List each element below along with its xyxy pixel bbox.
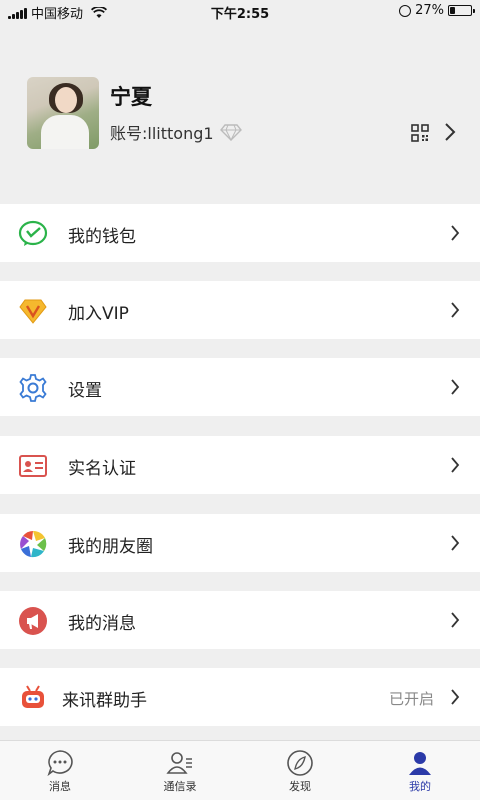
tab-bar: 消息 通信录 发现 我的	[0, 740, 480, 800]
person-icon	[409, 752, 431, 775]
menu-label: 我的钱包	[68, 227, 136, 247]
wallet-icon	[18, 220, 48, 246]
profile-header[interactable]: 宁夏 账号:llittong1	[0, 24, 480, 184]
tab-discover[interactable]: 发现	[240, 741, 360, 800]
tab-label: 我的	[409, 780, 431, 793]
menu-label: 实名认证	[68, 459, 136, 479]
vip-icon	[19, 299, 47, 324]
menu-item-group-assistant[interactable]: 来讯群助手 已开启	[0, 668, 480, 726]
aperture-icon	[20, 530, 47, 558]
nickname: 宁夏	[110, 85, 152, 109]
menu-item-wallet[interactable]: 我的钱包	[0, 204, 480, 262]
menu-label: 我的朋友圈	[68, 537, 153, 557]
account-row: 账号:llittong1	[110, 120, 242, 144]
chevron-right-icon	[451, 225, 460, 241]
gear-icon	[19, 374, 47, 402]
bot-icon	[22, 685, 44, 708]
compass-icon	[287, 750, 313, 776]
chevron-right-icon	[451, 457, 460, 473]
menu-label: 来讯群助手	[62, 691, 147, 711]
qr-code-icon[interactable]	[411, 124, 429, 142]
chevron-right-icon	[451, 612, 460, 628]
battery-percent: 27%	[415, 3, 444, 18]
menu-item-moments[interactable]: 我的朋友圈	[0, 514, 480, 572]
menu-label: 我的消息	[68, 614, 136, 634]
avatar[interactable]	[27, 77, 99, 149]
tab-contacts[interactable]: 通信录	[120, 741, 240, 800]
tab-me[interactable]: 我的	[360, 741, 480, 800]
megaphone-icon	[19, 607, 47, 635]
chevron-right-icon	[451, 379, 460, 395]
menu-label: 设置	[68, 381, 102, 401]
menu-item-messages[interactable]: 我的消息	[0, 591, 480, 649]
tab-label: 发现	[289, 780, 311, 793]
contacts-icon	[166, 752, 192, 774]
menu-item-vip[interactable]: 加入VIP	[0, 281, 480, 339]
chat-bubble-icon	[47, 750, 73, 777]
account-id: 账号:llittong1	[110, 124, 214, 143]
rotation-lock-icon	[399, 4, 412, 17]
menu-item-settings[interactable]: 设置	[0, 358, 480, 416]
status-text: 已开启	[388, 690, 434, 708]
tab-label: 通信录	[163, 780, 197, 793]
menu-label: 加入VIP	[68, 304, 129, 324]
tab-label: 消息	[49, 780, 71, 793]
status-bar: 中国移动 下午2:55 27%	[0, 0, 480, 24]
chevron-right-icon	[451, 302, 460, 318]
tab-messages[interactable]: 消息	[0, 741, 120, 800]
chevron-right-icon	[451, 535, 460, 551]
chevron-right-icon[interactable]	[444, 122, 456, 142]
chevron-right-icon	[451, 689, 460, 705]
diamond-icon	[219, 124, 242, 141]
menu-item-verification[interactable]: 实名认证	[0, 436, 480, 494]
battery-icon	[448, 5, 475, 16]
status-right: 27%	[399, 3, 475, 18]
id-card-icon	[19, 455, 47, 477]
